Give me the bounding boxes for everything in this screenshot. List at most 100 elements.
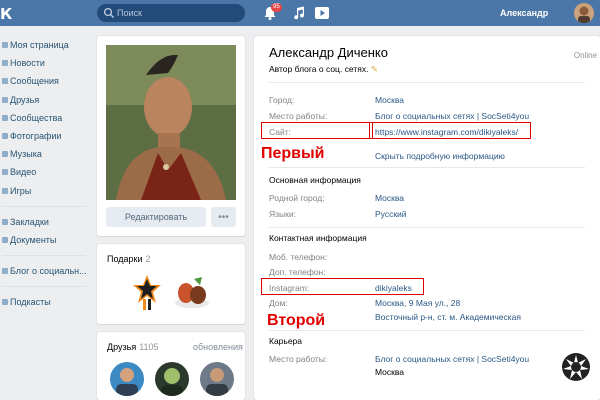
toggle-details-link[interactable]: Скрыть подробную информацию [375,151,505,161]
top-bar: К 95 Александр [0,0,600,26]
friend-avatar[interactable] [155,362,189,396]
gifts-count: 2 [145,254,151,264]
profile-photo[interactable] [106,45,236,200]
easter-egg-gift-icon[interactable] [172,271,212,311]
annotation-second: Второй [267,312,326,329]
music-icon[interactable] [291,5,307,21]
messages-icon [2,78,8,85]
field-label-mobile: Моб. телефон: [269,252,328,262]
sidebar-item-label: Музыка [10,149,42,160]
section-title-career: Карьера [269,336,303,346]
divider [269,167,585,168]
sidebar-item-label: Новости [10,58,45,69]
games-icon [2,187,8,194]
field-label-hometown: Родной город: [269,193,325,203]
sidebar-item-label: Сообщения [10,76,59,87]
sidebar-item-bookmarks[interactable]: Закладки [0,213,90,231]
sidebar-item-games[interactable]: Игры [0,182,90,200]
sidebar-item-music[interactable]: Музыка [0,145,90,163]
field-value-city[interactable]: Москва [375,95,404,105]
friend-avatar[interactable] [110,362,144,396]
divider [269,227,585,228]
video-icon [2,169,8,176]
sidebar-item-label: Документы [10,234,57,245]
profile-status-text: Автор блога о соц. сетях. [269,64,369,74]
annotation-first: Первый [261,145,325,162]
online-status: Online [573,51,597,60]
friends-title: Друзья [107,342,137,352]
friends-icon [2,96,8,103]
news-icon [2,60,8,67]
sidebar-item-label: Фотографии [10,131,62,142]
friends-card: Друзья 1105 обновления [97,332,245,400]
field-label-languages: Языки: [269,209,296,219]
field-value-home[interactable]: Москва, 9 Мая ул., 28 [375,298,460,308]
highlight-box-site-value [369,122,531,139]
communities-icon [2,114,8,121]
st-george-ribbon-gift-icon[interactable] [129,271,165,311]
divider [269,82,585,83]
video-play-icon[interactable] [314,5,330,21]
field-value-career-city: Москва [375,367,405,377]
sidebar-item-friends[interactable]: Друзья [0,91,90,109]
field-label-phone2: Доп. телефон: [269,267,326,277]
field-label-city: Город: [269,95,295,105]
field-label-home: Дом: [269,298,288,308]
section-title-contact: Контактная информация [269,233,367,243]
notification-count-badge: 95 [271,3,282,12]
field-value-hometown[interactable]: Москва [375,193,404,203]
friends-header[interactable]: Друзья 1105 [107,342,159,352]
edit-profile-button[interactable]: Редактировать [106,207,206,227]
home-icon [2,42,8,49]
sidebar-divider [2,286,86,288]
gifts-header[interactable]: Подарки 2 [107,254,151,264]
highlight-box-site-label [261,122,373,139]
sidebar-item-video[interactable]: Видео [0,163,90,181]
sidebar-item-label: Игры [10,185,32,196]
sidebar-item-communities[interactable]: Сообщества [0,109,90,127]
group-icon [2,268,8,275]
sidebar-item-messages[interactable]: Сообщения [0,72,90,90]
gifts-card: Подарки 2 [97,244,245,324]
field-label-career-work: Место работы: [269,354,328,364]
search-box[interactable] [97,4,245,22]
top-user-avatar[interactable] [574,3,594,23]
more-actions-button[interactable]: ••• [211,207,236,227]
sidebar-item-label: Друзья [10,94,40,105]
sidebar-item-label: Сообщества [10,112,63,123]
profile-status[interactable]: Автор блога о соц. сетях. ✎ [269,64,378,75]
sidebar-item-label: Закладки [10,216,49,227]
field-value-languages[interactable]: Русский [375,209,407,219]
sidebar-divider [2,205,86,207]
sidebar-item-photos[interactable]: Фотографии [0,127,90,145]
field-value-district[interactable]: Восточный р-н, ст. м. Академическая [375,312,521,322]
pencil-icon: ✎ [370,64,378,74]
sidebar-item-blog[interactable]: Блог о социальн... [0,262,90,280]
watermark-logo [562,353,590,381]
section-title-basic: Основная информация [269,175,361,185]
sidebar-item-my-page[interactable]: Моя страница [0,36,90,54]
document-icon [2,236,8,243]
sidebar-item-podcasts[interactable]: Подкасты [0,293,90,311]
gifts-title: Подарки [107,254,143,264]
sidebar-divider [2,255,86,257]
friend-avatar[interactable] [200,362,234,396]
music-icon [2,151,8,158]
sidebar-item-label: Блог о социальн... [10,266,87,277]
search-icon [103,7,114,18]
search-input[interactable] [117,6,237,20]
vk-logo[interactable]: К [0,5,12,23]
field-value-work[interactable]: Блог о социальных сетях | SocSeti4you [375,111,529,121]
highlight-box-instagram [261,278,424,295]
sidebar-item-news[interactable]: Новости [0,54,90,72]
bookmark-icon [2,218,8,225]
sidebar-item-label: Видео [10,167,37,178]
profile-name: Александр Диченко [269,45,388,60]
top-user-name[interactable]: Александр [500,8,548,18]
friends-updates-link[interactable]: обновления [193,342,243,352]
sidebar-item-documents[interactable]: Документы [0,231,90,249]
avatar-card: Редактировать ••• [97,36,245,236]
field-value-career-work[interactable]: Блог о социальных сетях | SocSeti4you [375,354,529,364]
friends-count: 1105 [139,342,159,352]
podcast-icon [2,299,8,306]
